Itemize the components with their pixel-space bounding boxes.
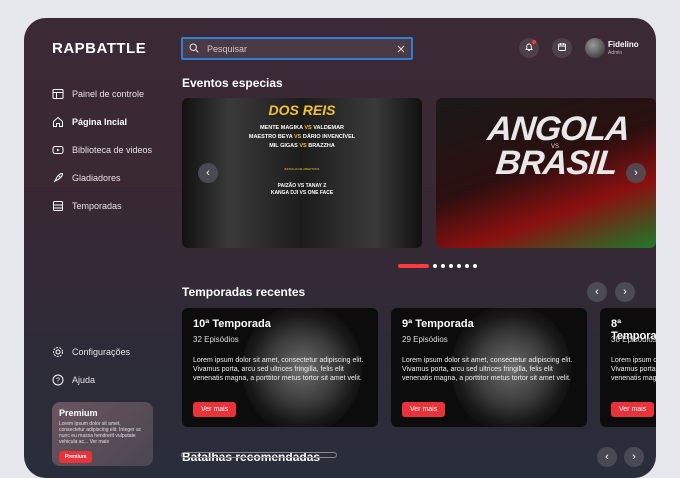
sidebar-item-label: Ajuda	[72, 375, 96, 385]
chevron-right-icon: ›	[623, 286, 627, 298]
sidebar-item-seasons[interactable]: Temporadas	[52, 192, 152, 220]
gear-icon	[52, 346, 64, 358]
sidebar-item-label: Gladiadores	[72, 173, 121, 183]
app-window: RAPBATTLE Painel de controle Página Inci…	[24, 18, 656, 478]
carousel-dot-active[interactable]	[398, 264, 429, 268]
season-episodes: 38 Episódios	[611, 335, 656, 344]
banner-line: MAESTRO BEYA VS DÁRIO INVENCÍVEL	[248, 134, 356, 140]
opening-battle-line: PAIZÃO VS TANAY Z	[277, 183, 327, 189]
rocket-icon	[52, 172, 64, 184]
svg-text:?: ?	[56, 378, 60, 385]
notification-badge	[532, 40, 536, 44]
carousel-dot[interactable]	[465, 264, 469, 268]
season-episodes: 32 Episódios	[193, 335, 239, 344]
sidebar-item-home[interactable]: Página Incial	[52, 108, 152, 136]
search-icon	[189, 40, 199, 58]
season-title: 10ª Temporada	[193, 318, 271, 330]
sidebar: RAPBATTLE Painel de controle Página Inci…	[24, 18, 172, 478]
sidebar-item-gladiators[interactable]: Gladiadores	[52, 164, 152, 192]
opening-battle: BATALHA DE ABERTURA PAIZÃO VS TANAY Z KA…	[269, 167, 335, 207]
video-icon	[52, 144, 64, 156]
season-card[interactable]: 8ª Temporada 38 Episódios Lorem ipsum do…	[600, 308, 656, 427]
chevron-left-icon: ‹	[206, 167, 210, 179]
battles-next-button[interactable]: ›	[624, 447, 644, 467]
seasons-next-button[interactable]: ›	[615, 282, 635, 302]
banner-line: MIL GIGAS VS BRAZZHA	[269, 143, 335, 149]
sidebar-item-video-library[interactable]: Biblioteca de videos	[52, 136, 152, 164]
horizontal-scrollbar[interactable]	[181, 452, 337, 458]
carousel-prev-button[interactable]: ‹	[198, 163, 218, 183]
sidebar-item-label: Temporadas	[72, 201, 122, 211]
premium-title: Premium	[59, 408, 98, 418]
carousel-dot[interactable]	[433, 264, 437, 268]
season-card[interactable]: 10ª Temporada 32 Episódios Lorem ipsum d…	[182, 308, 378, 427]
app-logo: RAPBATTLE	[52, 40, 147, 57]
carousel-dot[interactable]	[441, 264, 445, 268]
chevron-left-icon: ‹	[595, 286, 599, 298]
premium-description: Lorem ipsum dolor sit amet, consectetur …	[59, 421, 142, 445]
banner2-vs: VS	[551, 144, 560, 150]
sidebar-item-label: Página Incial	[72, 117, 128, 127]
battles-prev-button[interactable]: ‹	[597, 447, 617, 467]
seasons-heading: Temporadas recentes	[182, 285, 306, 299]
user-name: Fidelino	[608, 40, 639, 49]
chevron-left-icon: ‹	[605, 451, 609, 463]
season-episodes: 29 Episódios	[402, 335, 448, 344]
sidebar-item-help[interactable]: ? Ajuda	[52, 366, 130, 394]
notifications-button[interactable]	[519, 38, 539, 58]
avatar[interactable]	[585, 38, 605, 58]
banner-line: MENTE MAGIKA VS VALDEMAR	[259, 125, 345, 131]
calendar-icon	[557, 39, 567, 57]
chevron-right-icon: ›	[632, 451, 636, 463]
search-bar[interactable]: Pesquisar	[181, 37, 413, 60]
banner-title: DOS REIS	[268, 102, 336, 118]
opening-battle-line: KANGA DJI VS ONE FACE	[270, 190, 334, 196]
carousel-pagination	[398, 264, 477, 268]
bottom-nav: Configurações ? Ajuda	[52, 338, 130, 394]
seasons-prev-button[interactable]: ‹	[587, 282, 607, 302]
event-banner-angola-brasil[interactable]: ANGOLA BRASIL VS	[436, 98, 656, 248]
event-banner-dos-reis[interactable]: DOS REIS MENTE MAGIKA VS VALDEMAR MAESTR…	[182, 98, 422, 248]
premium-button[interactable]: Premium	[59, 451, 93, 463]
sidebar-item-dashboard[interactable]: Painel de controle	[52, 80, 152, 108]
sidebar-item-label: Biblioteca de videos	[72, 145, 153, 155]
season-description: Lorem ipsum dolor sit amet, consectetur …	[611, 357, 656, 382]
see-more-button[interactable]: Ver mais	[611, 402, 655, 417]
carousel-next-button[interactable]: ›	[626, 163, 646, 183]
events-heading: Eventos especias	[182, 76, 283, 90]
sidebar-item-label: Configurações	[72, 347, 131, 357]
opening-battle-label: BATALHA DE ABERTURA	[284, 167, 320, 171]
season-title: 9ª Temporada	[402, 318, 474, 330]
close-icon[interactable]	[397, 40, 405, 58]
calendar-button[interactable]	[552, 38, 572, 58]
layers-icon	[52, 200, 64, 212]
home-icon	[52, 116, 64, 128]
help-icon: ?	[52, 374, 64, 386]
season-description: Lorem ipsum dolor sit amet, consectetur …	[402, 357, 573, 382]
user-role: Admin	[608, 50, 623, 56]
see-more-button[interactable]: Ver mais	[193, 402, 237, 417]
season-card[interactable]: 9ª Temporada 29 Episódios Lorem ipsum do…	[391, 308, 587, 427]
season-description: Lorem ipsum dolor sit amet, consectetur …	[193, 357, 364, 382]
sidebar-item-settings[interactable]: Configurações	[52, 338, 130, 366]
premium-card: Premium Lorem ipsum dolor sit amet, cons…	[52, 402, 153, 466]
chevron-right-icon: ›	[634, 167, 638, 179]
carousel-dot[interactable]	[457, 264, 461, 268]
dashboard-icon	[52, 88, 64, 100]
main-nav: Painel de controle Página Incial Bibliot…	[52, 80, 152, 220]
carousel-dot[interactable]	[449, 264, 453, 268]
see-more-button[interactable]: Ver mais	[402, 402, 446, 417]
sidebar-item-label: Painel de controle	[72, 89, 145, 99]
carousel-dot[interactable]	[473, 264, 477, 268]
search-input[interactable]: Pesquisar	[207, 44, 397, 54]
